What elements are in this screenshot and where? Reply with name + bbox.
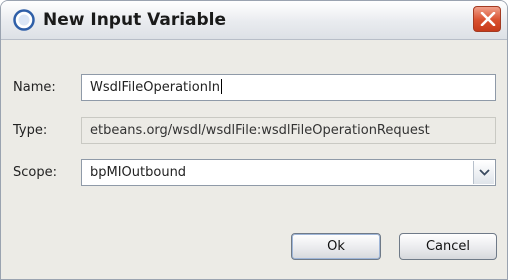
chevron-down-icon [479, 169, 490, 176]
scope-selected-value: bpMIOutbound [90, 165, 187, 180]
name-field[interactable]: WsdlFileOperationIn [81, 74, 496, 101]
title-bar[interactable]: New Input Variable [1, 1, 507, 40]
new-input-variable-dialog: New Input Variable Name: WsdlFileOperati… [0, 0, 508, 280]
dropdown-arrow-button[interactable] [473, 161, 494, 184]
type-label: Type: [13, 123, 48, 138]
scope-label: Scope: [13, 165, 57, 180]
type-field-value: etbeans.org/wsdl/wsdlFile:wsdlFileOperat… [90, 123, 430, 138]
info-globe-icon [13, 9, 35, 31]
ok-button[interactable]: Ok [291, 233, 381, 260]
scope-dropdown[interactable]: bpMIOutbound [81, 159, 496, 186]
name-field-value: WsdlFileOperationIn [90, 80, 221, 95]
close-icon [480, 12, 496, 26]
dialog-title: New Input Variable [43, 10, 227, 30]
text-caret [221, 79, 223, 94]
type-field: etbeans.org/wsdl/wsdlFile:wsdlFileOperat… [81, 117, 496, 144]
cancel-button[interactable]: Cancel [399, 233, 497, 260]
name-label: Name: [13, 80, 56, 95]
close-button[interactable] [473, 6, 501, 32]
